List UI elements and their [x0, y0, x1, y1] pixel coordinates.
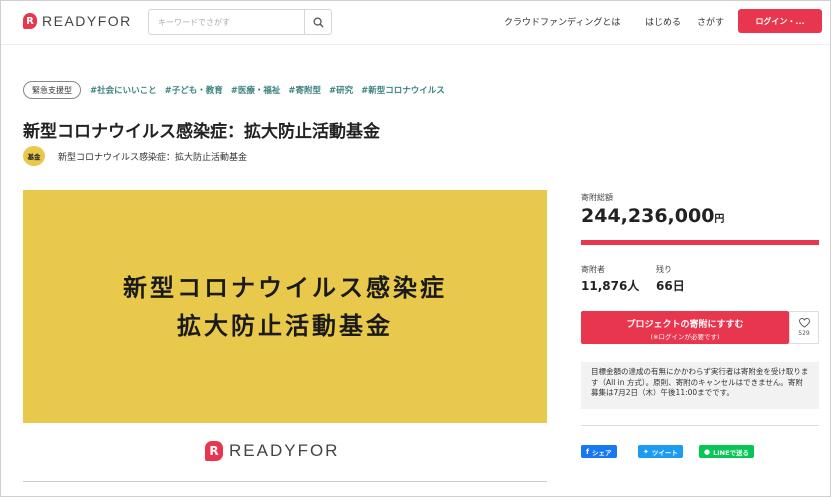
- tag-research[interactable]: #研究: [329, 84, 353, 96]
- total-unit: 円: [714, 214, 725, 225]
- readyfor-logo[interactable]: R READYFOR: [23, 13, 132, 29]
- total-label: 寄附総額: [581, 193, 613, 202]
- facebook-icon: f: [586, 447, 590, 456]
- logo-text: READYFOR: [42, 13, 132, 29]
- support-button-label: プロジェクトの寄附にすすむ: [626, 320, 744, 330]
- tag-medical-welfare[interactable]: #医療・福祉: [231, 84, 281, 96]
- search-button[interactable]: [304, 10, 331, 34]
- login-button[interactable]: ログイン・...: [738, 9, 822, 33]
- support-button-sublabel: (※ログインが必要です): [650, 333, 720, 341]
- brand-mark-icon: R: [205, 441, 223, 461]
- line-share-button[interactable]: ● LINEで送る: [699, 445, 755, 458]
- facebook-share-label: シェア: [592, 448, 612, 457]
- favorite-button[interactable]: 529: [789, 311, 819, 344]
- tag-donation-type[interactable]: #寄附型: [288, 84, 321, 96]
- line-share-label: LINEで送る: [713, 448, 750, 457]
- search-box: [148, 9, 332, 35]
- site-header: R READYFOR クラウドファンディングとは はじめる さがす ログイン・.…: [1, 1, 830, 45]
- twitter-icon: ✦: [643, 447, 649, 456]
- twitter-share-button[interactable]: ✦ ツイート: [638, 445, 683, 458]
- tag-social-good[interactable]: #社会にいいこと: [90, 84, 157, 96]
- tag-children-education[interactable]: #子ども・教育: [165, 84, 223, 96]
- nav-start-link[interactable]: はじめる: [645, 15, 681, 28]
- emergency-badge: 緊急支援型: [23, 81, 81, 99]
- owner-avatar: 基金: [23, 146, 45, 166]
- all-in-notice: 目標金額の達成の有無にかかわらず実行者は寄附金を受け取ります（All in 方式…: [581, 362, 819, 409]
- nav-browse-link[interactable]: さがす: [697, 15, 724, 28]
- hero-text-line-2: 拡大防止活動基金: [177, 310, 393, 340]
- hero-text-line-1: 新型コロナウイルス感染症: [123, 272, 447, 302]
- search-input[interactable]: [149, 10, 304, 34]
- total-amount: 244,236,000円: [581, 205, 724, 227]
- nav-crowdfunding-link[interactable]: クラウドファンディングとは: [504, 15, 620, 28]
- readyfor-brand-logo: R READYFOR: [205, 441, 339, 461]
- logo-mark-icon: R: [23, 13, 37, 29]
- facebook-share-button[interactable]: f シェア: [581, 445, 617, 458]
- search-icon: [312, 16, 324, 28]
- remaining-value: 66日: [656, 279, 685, 293]
- supporters-value: 11,876人: [581, 279, 640, 293]
- content-divider: [23, 481, 547, 482]
- brand-text: READYFOR: [229, 441, 340, 460]
- progress-fill: [581, 240, 819, 245]
- twitter-share-label: ツイート: [651, 448, 678, 457]
- supporters-label: 寄附者: [581, 265, 605, 274]
- share-divider: [581, 425, 819, 426]
- funding-progress-bar: [581, 240, 819, 245]
- heart-icon: [798, 318, 810, 328]
- owner-name: 新型コロナウイルス感染症：拡大防止活動基金: [58, 152, 248, 163]
- project-title: 新型コロナウイルス感染症：拡大防止活動基金: [23, 122, 380, 142]
- total-value: 244,236,000: [581, 205, 715, 227]
- line-icon: ●: [704, 447, 711, 456]
- project-hero-image: 新型コロナウイルス感染症 拡大防止活動基金: [23, 190, 547, 423]
- favorite-count: 529: [798, 330, 810, 337]
- project-owner[interactable]: 基金 新型コロナウイルス感染症：拡大防止活動基金: [23, 146, 247, 166]
- tag-coronavirus[interactable]: #新型コロナウイルス: [361, 84, 445, 96]
- tag-row: 緊急支援型 #社会にいいこと #子ども・教育 #医療・福祉 #寄附型 #研究 #…: [23, 81, 453, 99]
- support-button[interactable]: プロジェクトの寄附にすすむ (※ログインが必要です): [581, 311, 789, 344]
- remaining-label: 残り: [656, 265, 672, 274]
